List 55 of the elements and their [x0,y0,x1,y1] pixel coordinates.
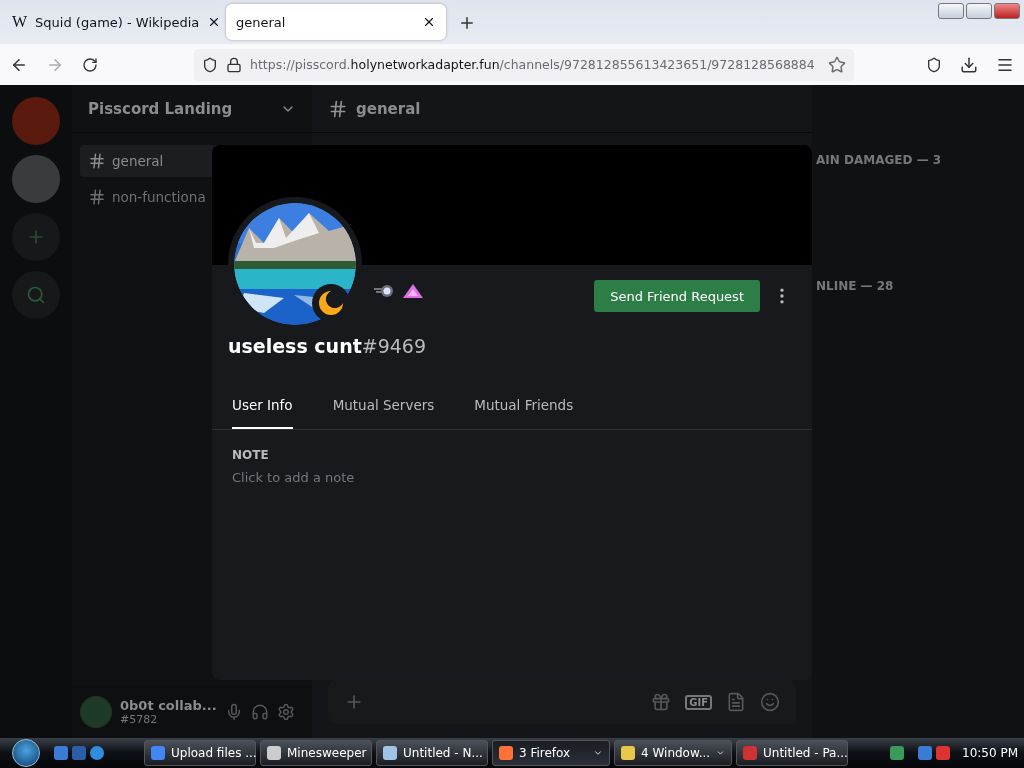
server-name: Pisscord Landing [88,99,233,118]
badge-icon [372,283,396,299]
hash-icon [328,98,348,119]
hash-icon [88,152,106,170]
member-group-label: AIN DAMAGED — 3 [816,153,943,167]
gif-button[interactable]: GIF [685,694,712,710]
maximize-button[interactable] [966,3,992,19]
explore-button[interactable] [12,271,60,319]
user-tag: #5782 [120,713,217,726]
triangle-badge-icon [402,283,424,299]
taskbar-button[interactable]: Untitled - Pa... [736,740,848,766]
clock: 10:50 PM [962,746,1018,760]
minimize-button[interactable] [938,3,964,19]
wikipedia-icon: W [12,13,28,31]
server-icon[interactable] [12,155,60,203]
member-group-label: NLINE — 28 [816,279,895,293]
message-composer[interactable]: GIF [328,680,796,724]
channel-item[interactable]: non-functiona [80,181,304,213]
username: useless cunt#9469 [227,334,428,359]
close-button[interactable] [994,3,1020,19]
channel-title: general [356,99,421,118]
bookmark-star-icon[interactable] [828,55,846,74]
user-name: 0b0t collab... [120,698,217,713]
url-field[interactable]: https://pisscord.holynetworkadapter.fun/channels/972812855613423651/9728128568884 [194,48,854,81]
browser-tab[interactable]: general [226,4,446,40]
caret-icon[interactable] [593,748,603,758]
download-icon[interactable] [960,55,978,74]
search-icon [26,285,46,305]
server-header[interactable]: Pisscord Landing [72,85,312,133]
gift-icon[interactable] [651,692,672,712]
taskbar-button[interactable]: Upload files ... [144,740,256,766]
headphones-icon[interactable] [250,703,269,721]
reload-icon[interactable] [82,56,98,73]
send-friend-request-button[interactable]: Send Friend Request [594,280,760,312]
caret-icon[interactable] [716,748,725,758]
user-avatar [80,696,112,728]
taskbar-button[interactable]: 4 Window... [614,740,732,766]
taskbar-button[interactable]: Untitled - N... [376,740,488,766]
browser-tab[interactable]: W Squid (game) - Wikipedia [2,4,222,40]
taskbar-button[interactable]: Minesweeper [260,740,372,766]
profile-tab[interactable]: Mutual Servers [332,397,435,429]
lock-icon [226,56,242,73]
start-button[interactable] [12,739,40,767]
new-tab-icon[interactable] [458,14,476,32]
emoji-icon[interactable] [760,692,780,712]
settings-icon[interactable] [276,703,295,721]
note-field[interactable]: Click to add a note [232,470,432,485]
note-label: NOTE [231,447,270,462]
taskbar-button[interactable]: 3 Firefox [492,740,610,766]
close-icon[interactable] [422,15,436,29]
moon-icon [318,290,344,316]
shield-icon [202,56,218,73]
profile-tab[interactable]: User Info [232,397,293,429]
hash-icon [88,188,106,206]
profile-tab[interactable]: Mutual Friends [474,397,574,429]
